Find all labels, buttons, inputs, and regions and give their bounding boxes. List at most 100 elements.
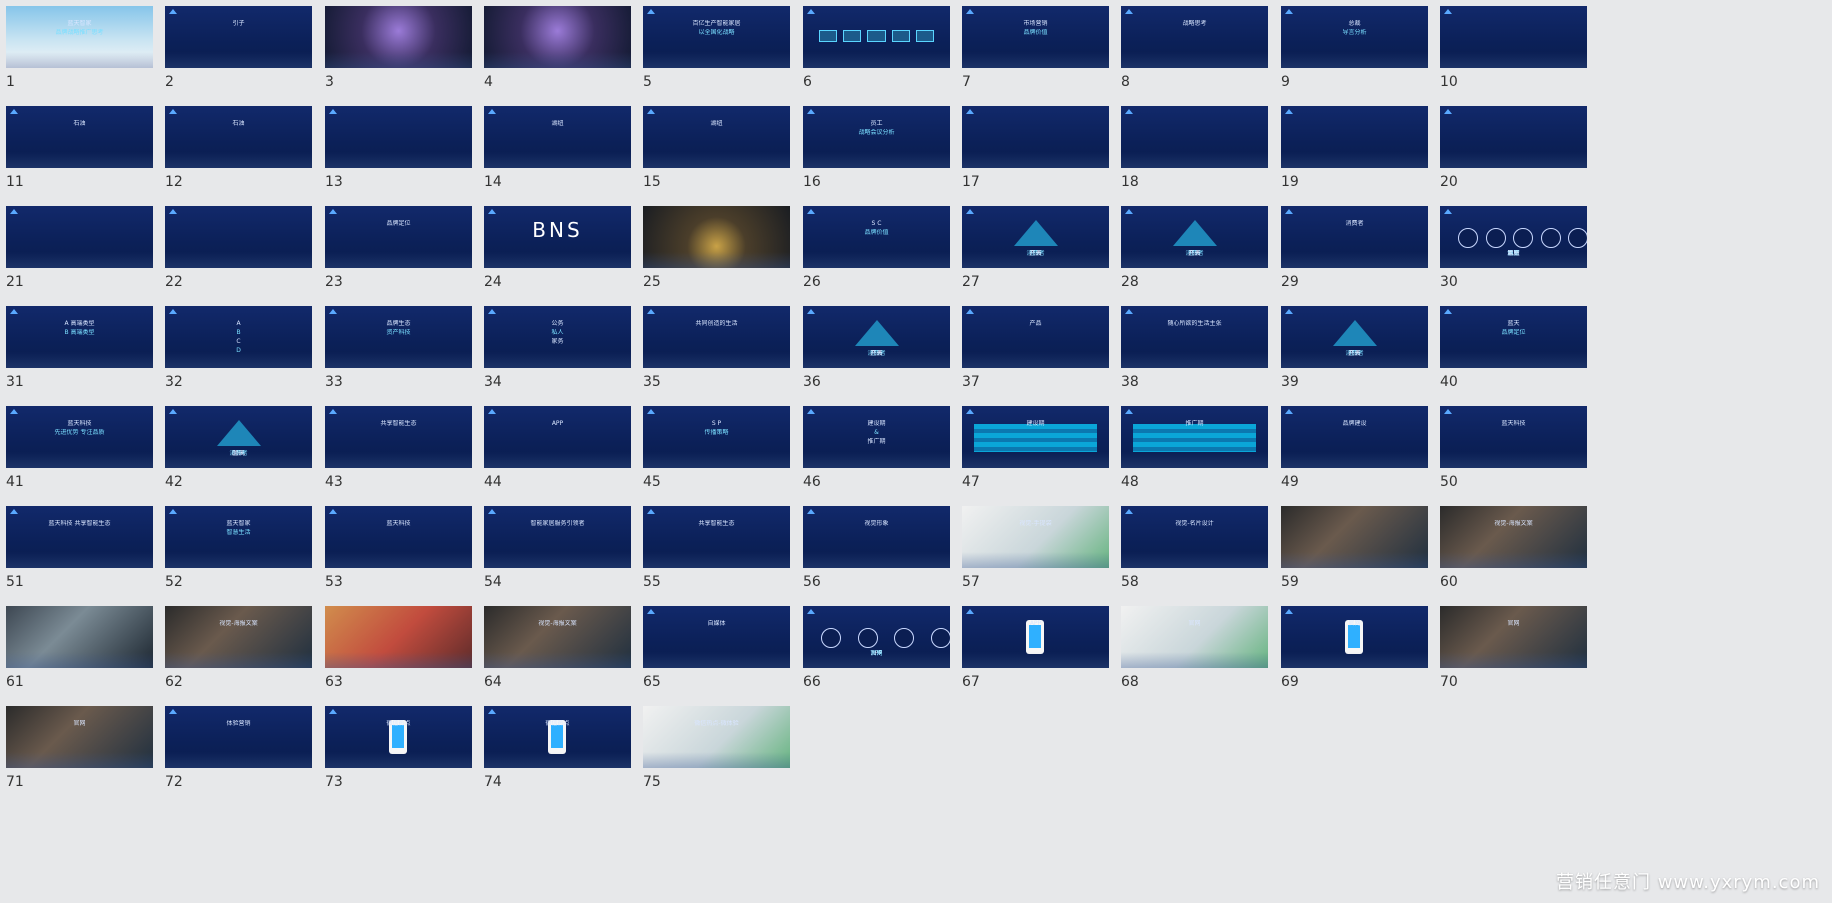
slide-number: 20 [1440,174,1458,190]
slide-thumbnail[interactable] [325,606,472,668]
slide-thumbnail[interactable]: APP 官网 官网 官网 [803,606,950,668]
slide-thumbnail[interactable]: 视觉-名片设计 [1121,506,1268,568]
slide-thumbnail[interactable]: 消费者 [1281,206,1428,268]
slide-number: 42 [165,474,183,490]
slide-thumbnail[interactable] [325,106,472,168]
slide-thumbnail[interactable]: 微信热点 [325,706,472,768]
slide-thumbnail[interactable]: 自媒体 [643,606,790,668]
slide-thumbnail[interactable]: 体验营销 [165,706,312,768]
slide-thumbnail[interactable]: 蓝天科技 [1440,406,1587,468]
slide-thumbnail[interactable]: ABCD [165,306,312,368]
slide-thumb-text: 视觉-手提袋 [1019,520,1052,527]
slide-thumb-text: 会所 [1507,250,1520,257]
slide-thumbnail[interactable] [6,206,153,268]
slide-thumbnail[interactable]: 随心所欲的生活主张 [1121,306,1268,368]
slide-thumbnail[interactable]: 市场营销 品牌价值 [962,6,1109,68]
brand-logo-icon [1125,409,1133,414]
slide-thumbnail[interactable]: A 高端类型 B 高端类型 [6,306,153,368]
slide-thumbnail[interactable]: S C 品牌价值 [803,206,950,268]
slide-number: 47 [962,474,980,490]
slide-thumbnail[interactable]: S P 传播策略 [643,406,790,468]
slide-thumb-text: 别墅 [1507,250,1520,257]
slide-thumbnail[interactable]: 蓝天 品牌定位 [1440,306,1587,368]
slide-thumbnail[interactable]: 视觉-手提袋 [962,506,1109,568]
slide-thumbnail[interactable] [1281,506,1428,568]
slide-thumbnail[interactable]: 视觉-海报文案 [165,606,312,668]
slide-thumbnail[interactable] [484,6,631,68]
slide-thumbnail[interactable]: 产品 [962,306,1109,368]
slide-thumbnail[interactable]: 蓝天 消费者 产品 [962,206,1109,268]
brand-logo-icon [488,709,496,714]
slide-thumbnail[interactable] [1121,106,1268,168]
slide-thumb-text: 官网 [1507,620,1520,627]
slide-thumbnail[interactable]: 湖纽 [643,106,790,168]
slide-thumbnail[interactable]: 蓝天科技 [325,506,472,568]
brand-logo-icon [10,409,18,414]
slide-thumbnail[interactable]: 蓝天科技 先进优势 专注品质 [6,406,153,468]
slide-thumbnail[interactable]: 官网 [1281,606,1428,668]
slide-thumbnail[interactable]: 品牌定位 [325,206,472,268]
slide-thumbnail[interactable]: 战略思考 [1121,6,1268,68]
slide-thumbnail[interactable]: 品牌建设 [1281,406,1428,468]
brand-logo-icon [966,109,974,114]
slide-thumbnail[interactable] [1281,106,1428,168]
slide-thumbnail[interactable]: 总裁 导言分析 [1281,6,1428,68]
slide-thumbnail[interactable] [962,106,1109,168]
slide-thumbnail[interactable]: 蓝天智家 智慧生活 [165,506,312,568]
slide-thumbnail[interactable]: 视觉形象 [803,506,950,568]
slide-thumbnail[interactable]: 推广期 [1121,406,1268,468]
slide-thumbnail[interactable] [803,6,950,68]
slide-thumbnail[interactable] [1440,106,1587,168]
slide-thumbnail[interactable]: 湖纽 [484,106,631,168]
slide-thumb-text: 百亿生产智能家居 [692,20,741,27]
slide-thumb-text: 微信热点 [545,720,570,727]
slide-thumbnail[interactable]: 官网 [1121,606,1268,668]
slide-thumb-text: 战略会议分析 [858,129,895,136]
slide-thumb-text: 官网 [870,650,883,657]
slide-thumbnail[interactable]: 蓝天 消费者 产品 [803,306,950,368]
slide-thumbnail[interactable]: 建设期 & 推广期 [803,406,950,468]
slide-thumbnail[interactable]: 视觉-海报文案 [1440,506,1587,568]
slide-number: 52 [165,574,183,590]
slide-thumbnail[interactable]: 石油 [6,106,153,168]
slide-thumbnail[interactable] [165,206,312,268]
slide-thumbnail[interactable]: 蓝天科技 共享智能生态 [6,506,153,568]
slide-thumbnail[interactable]: BNS [484,206,631,268]
slide-thumbnail[interactable]: 石油 [165,106,312,168]
slide-thumbnail[interactable]: 智能家居服务引领者 [484,506,631,568]
brand-logo-icon [807,109,815,114]
slide-thumbnail[interactable]: APP [962,606,1109,668]
slide-thumbnail[interactable]: 蓝天 消费者 产品 [1281,306,1428,368]
slide-thumbnail[interactable]: 公务 私人 家务 [484,306,631,368]
slide-thumb-text: 消费者 [1345,220,1364,227]
slide-thumbnail[interactable]: 官网 [1440,606,1587,668]
slide-thumbnail[interactable] [1440,6,1587,68]
slide-thumbnail[interactable]: 微信热点-微体验 [643,706,790,768]
slide-thumb-text: 导言分析 [1342,29,1367,36]
slide-thumbnail[interactable]: 品牌生态 资产科技 [325,306,472,368]
slide-thumbnail[interactable] [325,6,472,68]
slide-thumbnail[interactable]: 建设期 [962,406,1109,468]
slide-thumbnail[interactable]: 官网 [6,706,153,768]
slide-thumbnail[interactable]: 视觉-海报文案 [484,606,631,668]
slide-thumbnail[interactable]: APP [484,406,631,468]
slide-thumbnail[interactable]: 地产 酒店 会所 别墅 家庭 [1440,206,1587,268]
slide-thumbnail[interactable]: 百亿生产智能家居 以全国化战略 [643,6,790,68]
slide-thumbnail[interactable]: 蓝天智家 品牌战略推广思考 [6,6,153,68]
slide-thumbnail[interactable]: 蓝天 消费者 产品 [1121,206,1268,268]
slide-thumbnail[interactable] [6,606,153,668]
slide-thumbnail[interactable] [643,206,790,268]
slide-thumbnail[interactable]: 微信热点 [484,706,631,768]
slide-thumbnail[interactable]: 共享智能生态 [643,506,790,568]
slide-thumbnail[interactable]: 员工 战略会议分析 [803,106,950,168]
slide-number: 32 [165,374,183,390]
slide-thumb-text: 品牌定位 [386,220,411,227]
site-watermark: 营销任意门 www.yxrym.com [1555,872,1820,893]
slide-thumbnail[interactable]: 共同创造的生活 [643,306,790,368]
slide-number: 71 [6,774,24,790]
slide-thumbnail[interactable]: 共享智能生态 [325,406,472,468]
triangle-diagram [216,420,261,446]
slide-thumbnail[interactable]: DNA 消费者 蓝天 [165,406,312,468]
slide-thumbnail[interactable]: 引子 [165,6,312,68]
slide-number: 68 [1121,674,1139,690]
